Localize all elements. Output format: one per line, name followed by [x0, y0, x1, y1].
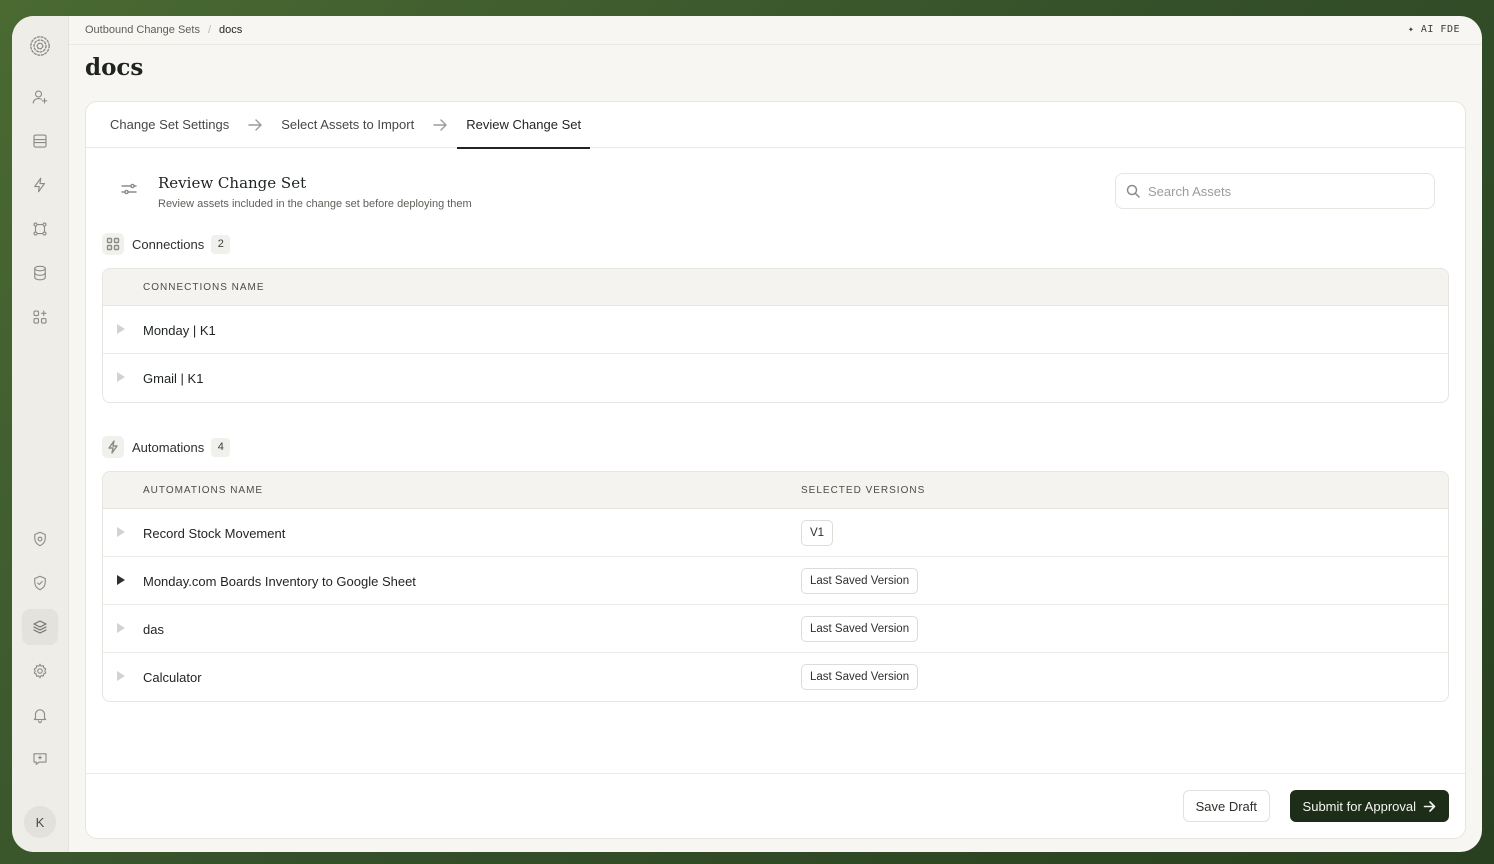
- search-box[interactable]: [1115, 173, 1435, 209]
- grid-icon: [102, 233, 124, 255]
- version-badge[interactable]: V1: [801, 520, 834, 546]
- table-row[interactable]: Record Stock Movement V1: [103, 509, 1448, 557]
- automation-name: Record Stock Movement: [143, 526, 286, 541]
- spiral-logo-icon[interactable]: [28, 34, 52, 58]
- step-change-set-settings[interactable]: Change Set Settings: [110, 102, 229, 148]
- connections-count-badge: 2: [211, 234, 231, 254]
- user-plus-icon[interactable]: [28, 85, 52, 109]
- feedback-icon[interactable]: [28, 747, 52, 771]
- card-footer: Save Draft Submit for Approval: [86, 773, 1465, 838]
- automations-count-badge: 4: [211, 437, 231, 457]
- gear-icon[interactable]: [28, 659, 52, 683]
- shield-settings-icon[interactable]: [28, 527, 52, 551]
- lightning-icon[interactable]: [28, 173, 52, 197]
- column-header-versions: SELECTED VERSIONS: [801, 485, 926, 496]
- step-label: Select Assets to Import: [281, 117, 415, 132]
- save-draft-label: Save Draft: [1195, 798, 1257, 814]
- table-row[interactable]: Calculator Last Saved Version: [103, 653, 1448, 701]
- version-badge[interactable]: Last Saved Version: [801, 616, 919, 642]
- arrow-right-icon: [432, 117, 448, 133]
- breadcrumb-separator: /: [207, 24, 212, 36]
- breadcrumb-current: docs: [219, 24, 243, 36]
- expand-caret-icon[interactable]: [117, 527, 125, 537]
- connections-header: Connections 2: [102, 233, 231, 255]
- change-set-card: Change Set Settings Select Assets to Imp…: [85, 101, 1466, 839]
- sliders-icon: [120, 180, 138, 203]
- step-review-change-set[interactable]: Review Change Set: [457, 102, 591, 149]
- bell-icon[interactable]: [28, 703, 52, 727]
- expand-caret-icon[interactable]: [117, 372, 125, 382]
- table-row[interactable]: Monday | K1: [103, 306, 1448, 354]
- app-window: K Outbound Change Sets / docs ✦ AI FDE d…: [12, 16, 1482, 852]
- database-icon[interactable]: [28, 261, 52, 285]
- connections-label: Connections: [132, 236, 205, 252]
- version-badge[interactable]: Last Saved Version: [801, 664, 919, 690]
- sidebar: K: [12, 16, 69, 852]
- main-content: Outbound Change Sets / docs ✦ AI FDE doc…: [69, 16, 1482, 852]
- connection-name: Gmail | K1: [143, 371, 204, 386]
- review-title: Review Change Set: [158, 174, 307, 192]
- avatar-initial: K: [35, 814, 45, 830]
- ai-fde-button[interactable]: ✦ AI FDE: [1408, 24, 1460, 35]
- page-title: docs: [85, 54, 144, 81]
- submit-label: Submit for Approval: [1302, 798, 1416, 814]
- automations-table: AUTOMATIONS NAME SELECTED VERSIONS Recor…: [102, 471, 1449, 702]
- step-label: Review Change Set: [466, 117, 582, 132]
- version-badge[interactable]: Last Saved Version: [801, 568, 919, 594]
- layers-icon[interactable]: [22, 609, 58, 645]
- connection-name: Monday | K1: [143, 323, 216, 338]
- inbox-icon[interactable]: [28, 129, 52, 153]
- review-subtitle: Review assets included in the change set…: [158, 198, 472, 210]
- expand-caret-icon[interactable]: [117, 575, 125, 585]
- arrow-right-icon: [247, 117, 263, 133]
- breadcrumb: Outbound Change Sets / docs: [69, 16, 1482, 45]
- column-header-name: CONNECTIONS NAME: [143, 282, 265, 293]
- lightning-icon: [102, 436, 124, 458]
- search-input[interactable]: [1148, 183, 1418, 199]
- avatar[interactable]: K: [24, 806, 56, 838]
- automations-label: Automations: [132, 439, 205, 455]
- step-select-assets[interactable]: Select Assets to Import: [281, 102, 414, 148]
- automations-header: Automations 4: [102, 436, 231, 458]
- step-label: Change Set Settings: [110, 117, 230, 132]
- automations-table-header: AUTOMATIONS NAME SELECTED VERSIONS: [103, 472, 1448, 509]
- shield-check-icon[interactable]: [28, 571, 52, 595]
- automation-name: Monday.com Boards Inventory to Google Sh…: [143, 574, 416, 589]
- expand-caret-icon[interactable]: [117, 623, 125, 633]
- stepper: Change Set Settings Select Assets to Imp…: [86, 102, 1465, 149]
- connections-table: CONNECTIONS NAME Monday | K1 Gmail | K1: [102, 268, 1449, 403]
- apps-plus-icon[interactable]: [28, 305, 52, 329]
- table-row[interactable]: das Last Saved Version: [103, 605, 1448, 653]
- automation-name: Calculator: [143, 670, 202, 685]
- arrow-right-icon: [1423, 800, 1436, 812]
- table-row[interactable]: Gmail | K1: [103, 354, 1448, 402]
- expand-caret-icon[interactable]: [117, 324, 125, 334]
- table-row[interactable]: Monday.com Boards Inventory to Google Sh…: [103, 557, 1448, 605]
- search-icon: [1126, 184, 1140, 198]
- automation-name: das: [143, 622, 164, 637]
- save-draft-button[interactable]: Save Draft: [1182, 790, 1270, 822]
- breadcrumb-parent[interactable]: Outbound Change Sets: [85, 24, 200, 36]
- column-header-name: AUTOMATIONS NAME: [143, 485, 264, 496]
- expand-caret-icon[interactable]: [117, 671, 125, 681]
- submit-for-approval-button[interactable]: Submit for Approval: [1289, 790, 1449, 822]
- workflow-icon[interactable]: [28, 217, 52, 241]
- connections-table-header: CONNECTIONS NAME: [103, 269, 1448, 306]
